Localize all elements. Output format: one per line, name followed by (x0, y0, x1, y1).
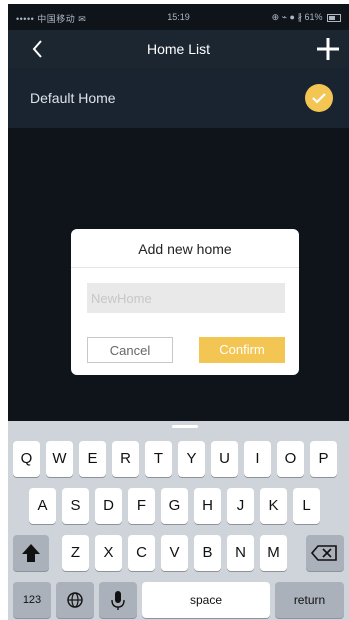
add-home-button[interactable] (313, 34, 343, 64)
key-u[interactable]: U (211, 441, 238, 477)
keyboard: Q W E R T Y U I O P A S D F G H J K L Z … (8, 421, 349, 620)
shift-arrow-icon (22, 544, 40, 562)
key-z[interactable]: Z (62, 535, 89, 571)
dialog-title: Add new home (138, 241, 232, 257)
key-s[interactable]: S (62, 488, 89, 524)
key-t[interactable]: T (145, 441, 172, 477)
home-name-input[interactable] (87, 283, 285, 313)
page-title: Home List (146, 41, 211, 57)
status-right-text: ⊕ ⌁ ● ∦ 61% (271, 12, 323, 22)
plus-icon (317, 38, 339, 60)
home-name: Default Home (30, 90, 116, 106)
delete-key[interactable] (306, 535, 344, 571)
key-v[interactable]: V (161, 535, 188, 571)
confirm-button[interactable]: Confirm (199, 337, 285, 363)
battery-icon (327, 13, 341, 22)
key-g[interactable]: G (161, 488, 188, 524)
home-list-item[interactable]: Default Home (8, 68, 349, 128)
key-h[interactable]: H (194, 488, 221, 524)
status-right: ⊕ ⌁ ● ∦ 61% (272, 12, 341, 23)
key-q[interactable]: Q (13, 441, 40, 477)
key-b[interactable]: B (194, 535, 221, 571)
key-d[interactable]: D (95, 488, 122, 524)
key-o[interactable]: O (277, 441, 304, 477)
space-key[interactable]: space (142, 582, 270, 618)
globe-icon (67, 592, 83, 608)
keyboard-handle (172, 425, 198, 428)
key-j[interactable]: J (227, 488, 254, 524)
key-e[interactable]: E (79, 441, 106, 477)
numbers-key[interactable]: 123 (13, 582, 51, 618)
key-w[interactable]: W (46, 441, 73, 477)
nav-bar: Home List (8, 30, 349, 68)
key-i[interactable]: I (244, 441, 271, 477)
key-k[interactable]: K (260, 488, 287, 524)
key-l[interactable]: L (293, 488, 320, 524)
selected-check-icon (305, 84, 333, 112)
key-c[interactable]: C (128, 535, 155, 571)
key-a[interactable]: A (29, 488, 56, 524)
cancel-button[interactable]: Cancel (87, 337, 173, 363)
shift-key[interactable] (13, 535, 49, 571)
key-p[interactable]: P (310, 441, 337, 477)
backspace-icon (310, 545, 337, 561)
key-n[interactable]: N (227, 535, 254, 571)
return-key[interactable]: return (275, 582, 344, 618)
microphone-icon (111, 591, 125, 610)
add-home-dialog: Add new home Cancel Confirm (71, 229, 299, 375)
status-bar: ••••• 中国移动 ✉ 15:19 ⊕ ⌁ ● ∦ 61% (8, 4, 349, 30)
key-f[interactable]: F (128, 488, 155, 524)
checkmark-icon (312, 93, 326, 104)
key-y[interactable]: Y (178, 441, 205, 477)
key-x[interactable]: X (95, 535, 122, 571)
globe-key[interactable] (56, 582, 94, 618)
key-r[interactable]: R (112, 441, 139, 477)
dictation-key[interactable] (99, 582, 137, 618)
dialog-divider (71, 267, 299, 268)
key-m[interactable]: M (260, 535, 287, 571)
phone-screen: ••••• 中国移动 ✉ 15:19 ⊕ ⌁ ● ∦ 61% Home List… (8, 4, 349, 620)
